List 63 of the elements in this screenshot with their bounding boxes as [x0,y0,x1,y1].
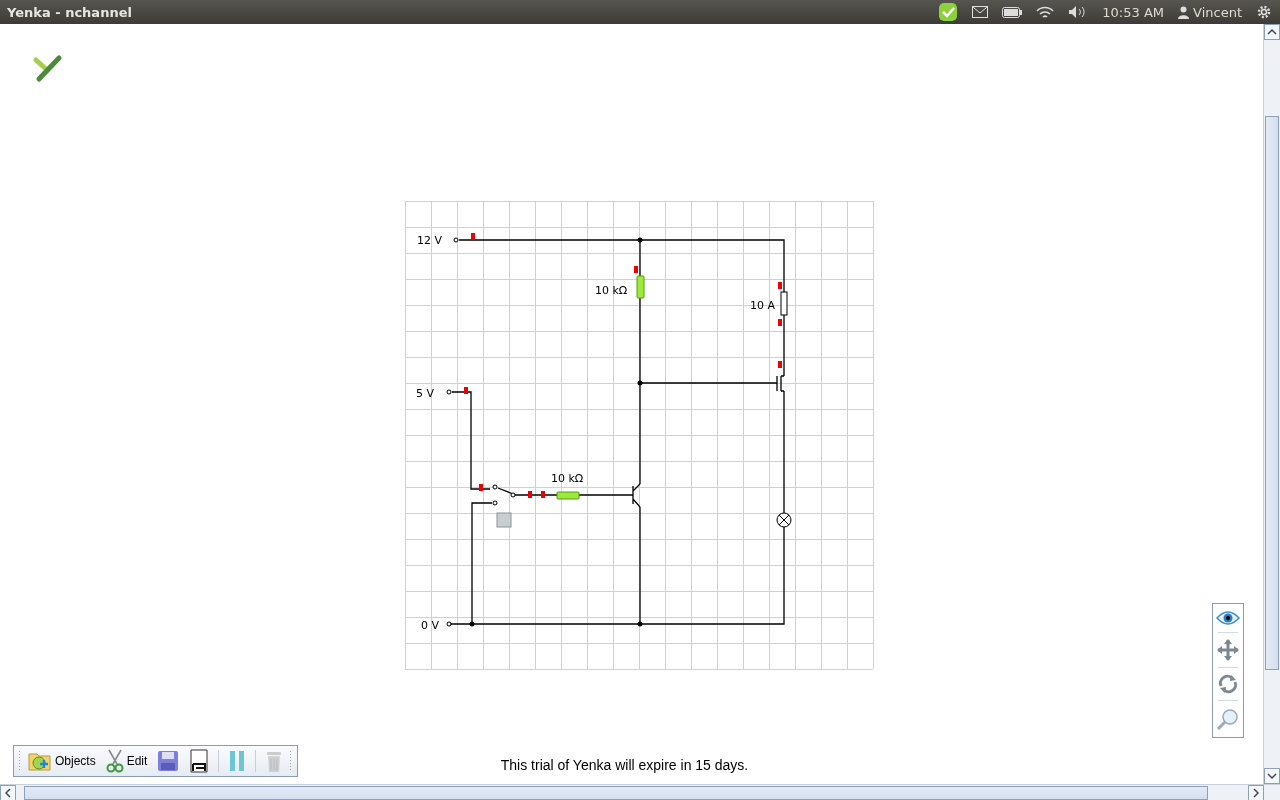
voltage-label: 0 V [421,619,440,632]
scroll-up-button[interactable] [1264,24,1280,40]
connector-marker [479,484,483,491]
mail-icon[interactable] [972,6,989,18]
edit-button[interactable]: Edit [101,747,152,775]
objects-button[interactable]: Objects [24,748,100,774]
vertical-scrollbar-thumb[interactable] [1265,116,1279,670]
caret-right-icon [1253,788,1259,798]
switch-lever [497,487,514,495]
fuse-rating-label: 10 A [750,299,776,312]
scroll-right-button[interactable] [1248,785,1264,800]
switch-toggle-button[interactable] [496,512,512,528]
user-icon [1178,5,1190,19]
connector-marker [778,319,782,326]
rotate-icon[interactable] [1217,674,1239,694]
resistance-label: 10 kΩ [595,284,628,297]
connector-marker [464,387,468,394]
voltage-label: 12 V [417,234,443,247]
wire [514,494,558,496]
switch-contact-icon [492,500,498,506]
move-icon[interactable] [1217,639,1239,661]
terminal-icon [453,237,459,243]
resistance-label: 10 kΩ [551,472,584,485]
folder-plus-icon [28,750,52,772]
connector-marker [471,233,475,240]
resistor-icon [636,275,645,299]
pause-icon [228,750,247,772]
transistor-icon [632,483,641,508]
window-title: Yenka - nchannel [6,4,133,20]
check-icon[interactable] [938,2,959,22]
resistor-icon [556,491,580,500]
scroll-down-button[interactable] [1264,768,1280,784]
mosfet-icon [776,375,785,392]
terminal-icon [446,389,452,395]
save-as-icon [189,749,210,773]
connector-marker [541,491,545,498]
connector-marker [778,361,782,368]
scissors-icon [105,749,124,773]
caret-down-icon [1267,773,1277,779]
caret-left-icon [5,788,11,798]
wire [578,494,634,496]
wire [783,314,785,377]
connector-marker [778,282,782,289]
fuse-icon [780,291,788,316]
connector-marker [528,491,532,498]
caret-up-icon [1267,29,1277,35]
wifi-icon[interactable] [1036,5,1055,19]
terminal-icon [446,621,452,627]
battery-icon[interactable] [1002,6,1023,18]
connector-marker [634,266,638,273]
settings-icon[interactable] [1256,4,1272,20]
trash-can-icon [265,749,284,773]
clock-time[interactable]: 10:53 AM [1102,4,1165,20]
trial-notice: This trial of Yenka will expire in 15 days. [500,757,749,773]
eye-icon[interactable] [1216,610,1240,626]
switch-contact-icon [492,484,498,490]
scroll-left-button[interactable] [0,785,16,800]
switch-contact-icon [510,492,516,498]
user-name[interactable]: Vincent [1193,4,1242,20]
voltage-label: 5 V [416,387,435,400]
lamp-icon [776,512,792,528]
app-logo-icon [33,54,63,84]
horizontal-scrollbar-thumb[interactable] [24,786,1208,800]
